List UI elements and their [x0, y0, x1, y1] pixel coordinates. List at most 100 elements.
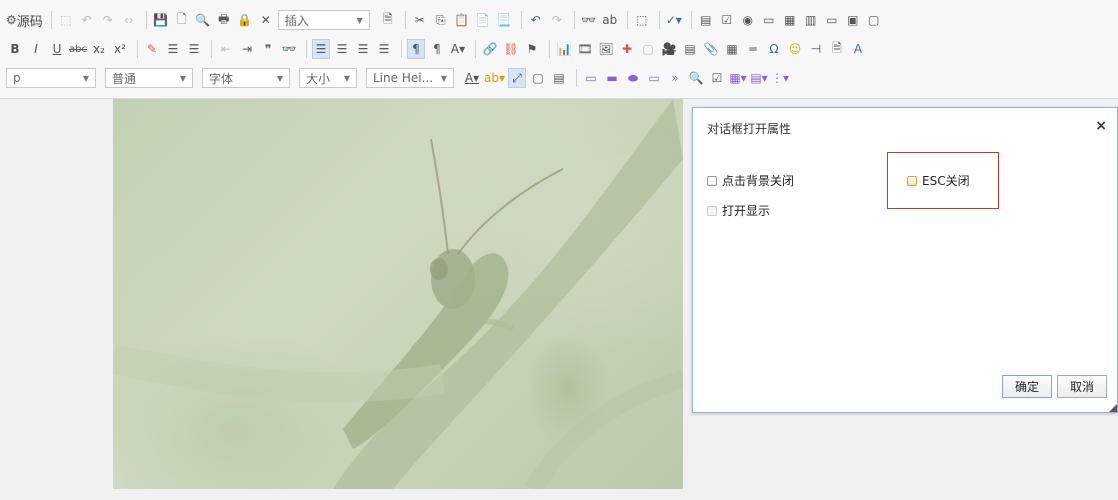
close-x-icon[interactable]: ✕ — [257, 10, 275, 30]
maximize-icon[interactable]: ⤢ — [508, 68, 526, 88]
flash-icon[interactable]: 🎥 — [660, 39, 678, 59]
image-icon[interactable]: 🖼 — [597, 39, 615, 59]
paragraph-combo[interactable]: p ▼ — [6, 68, 96, 88]
redo-icon[interactable]: ↷ — [548, 10, 566, 30]
table-icon[interactable]: ▦ — [723, 39, 741, 59]
widget-4-icon[interactable]: ▭ — [645, 68, 663, 88]
select-all-icon[interactable]: ⬚ — [57, 10, 75, 30]
ltr-icon[interactable]: ¶ — [407, 39, 425, 59]
new-document-icon[interactable]: 🗋 — [173, 10, 191, 30]
table-menu-icon[interactable]: ▤▾ — [750, 68, 768, 88]
template-icon[interactable]: ▤ — [681, 39, 699, 59]
align-right-icon[interactable]: ☰ — [354, 39, 372, 59]
align-center-icon[interactable]: ☰ — [333, 39, 351, 59]
select-icon[interactable]: ▥ — [802, 10, 820, 30]
image-button-icon[interactable]: ▣ — [844, 10, 862, 30]
ordered-list-icon[interactable]: ☰ — [164, 39, 182, 59]
background-color-icon[interactable]: ab▾ — [484, 68, 505, 88]
anchor-icon[interactable]: ⚑ — [523, 39, 541, 59]
textfield-icon[interactable]: ▭ — [760, 10, 778, 30]
page-icon[interactable]: 🗎 — [379, 10, 397, 30]
close-icon[interactable]: × — [1095, 118, 1107, 134]
button-icon[interactable]: ▭ — [823, 10, 841, 30]
textarea-icon[interactable]: ▦ — [781, 10, 799, 30]
click-bg-close-option[interactable]: 点击背景关闭 — [707, 172, 794, 189]
find-icon[interactable]: 👓 — [580, 10, 598, 30]
code-icon[interactable]: ‹› — [120, 10, 138, 30]
document-props-icon[interactable]: 🗎 — [828, 39, 846, 59]
text-color-icon[interactable]: A▾ — [463, 68, 481, 88]
paste-text-icon[interactable]: 📄 — [474, 10, 492, 30]
print-icon[interactable]: 🖶 — [215, 10, 233, 30]
strikethrough-icon[interactable]: abc — [69, 39, 87, 59]
widget-6-icon[interactable]: 🔍 — [687, 68, 705, 88]
widget-5-icon[interactable]: » — [666, 68, 684, 88]
find-replace-icon[interactable]: 👓 — [280, 39, 298, 59]
about-icon[interactable]: ▤ — [550, 68, 568, 88]
indent-icon[interactable]: ⇥ — [238, 39, 256, 59]
source-label: 源码 — [16, 14, 43, 30]
unordered-list-icon[interactable]: ☰ — [185, 39, 203, 59]
unlink-icon[interactable]: ⛓ — [502, 39, 520, 59]
superscript-icon[interactable]: x² — [111, 39, 129, 59]
widget-2-icon[interactable]: ▬ — [603, 68, 621, 88]
font-combo[interactable]: 字体 ▼ — [202, 68, 290, 88]
video-icon[interactable]: 🎞 — [576, 39, 594, 59]
paste-word-icon[interactable]: 📃 — [495, 10, 513, 30]
smiley-icon[interactable]: ☺ — [786, 39, 804, 59]
click-bg-close-checkbox[interactable] — [707, 175, 717, 186]
radio-icon[interactable]: ◉ — [739, 10, 757, 30]
checkbox-icon[interactable]: ☑ — [718, 10, 736, 30]
underline-icon[interactable]: U — [48, 39, 66, 59]
undo-icon[interactable]: ↶ — [527, 10, 545, 30]
align-left-icon[interactable]: ☰ — [312, 39, 330, 59]
subscript-icon[interactable]: x₂ — [90, 39, 108, 59]
open-show-checkbox[interactable] — [707, 205, 717, 216]
redo-gray-icon[interactable]: ↷ — [99, 10, 117, 30]
chart-icon[interactable]: 📊 — [555, 39, 573, 59]
insert-combo[interactable]: 插入 ▼ — [277, 10, 370, 30]
cancel-button[interactable]: 取消 — [1057, 375, 1107, 398]
language-icon[interactable]: A▾ — [449, 39, 467, 59]
link-icon[interactable]: 🔗 — [481, 39, 499, 59]
italic-icon[interactable]: I — [27, 39, 45, 59]
heading-combo[interactable]: 普通 ▼ — [105, 68, 193, 88]
lock-icon[interactable]: 🔒 — [236, 10, 254, 30]
select-all-doc-icon[interactable]: ⬚ — [633, 10, 651, 30]
horizontal-rule-icon[interactable]: ═ — [744, 39, 762, 59]
page-break-icon[interactable]: ⊣ — [807, 39, 825, 59]
font-style-icon[interactable]: A — [849, 39, 867, 59]
copy-icon[interactable]: ⎘ — [432, 10, 450, 30]
remove-format-icon[interactable]: ✎ — [143, 39, 161, 59]
add-icon[interactable]: ✚ — [618, 39, 636, 59]
widget-7-icon[interactable]: ☑ — [708, 68, 726, 88]
ok-button[interactable]: 确定 — [1002, 375, 1052, 398]
line-height-combo[interactable]: Line Hei... ▼ — [366, 68, 454, 88]
spellcheck-icon[interactable]: ✓▾ — [665, 10, 683, 30]
special-char-icon[interactable]: Ω — [765, 39, 783, 59]
preview-icon[interactable]: 🔍 — [194, 10, 212, 30]
save-icon[interactable]: 💾 — [152, 10, 170, 30]
cut-icon[interactable]: ✂ — [411, 10, 429, 30]
show-blocks-icon[interactable]: ▢ — [529, 68, 547, 88]
rtl-icon[interactable]: ¶ — [428, 39, 446, 59]
widget-3-icon[interactable]: ⬬ — [624, 68, 642, 88]
form-icon[interactable]: ▤ — [697, 10, 715, 30]
widget-1-icon[interactable]: ▭ — [582, 68, 600, 88]
paste-icon[interactable]: 📋 — [453, 10, 471, 30]
open-show-option[interactable]: 打开显示 — [707, 202, 770, 219]
iframe-icon[interactable]: ▢ — [639, 39, 657, 59]
blockquote-icon[interactable]: ❞ — [259, 39, 277, 59]
grid-menu-icon[interactable]: ▦▾ — [729, 68, 747, 88]
size-combo[interactable]: 大小 ▼ — [299, 68, 357, 88]
list-menu-icon[interactable]: ⋮▾ — [771, 68, 789, 88]
hidden-field-icon[interactable]: ▢ — [865, 10, 883, 30]
source-button[interactable]: ⚙ 源码 — [6, 10, 43, 30]
bold-icon[interactable]: B — [6, 39, 24, 59]
outdent-icon[interactable]: ⇤ — [217, 39, 235, 59]
attachment-icon[interactable]: 📎 — [702, 39, 720, 59]
replace-icon[interactable]: ab — [601, 10, 619, 30]
justify-icon[interactable]: ☰ — [375, 39, 393, 59]
resize-handle[interactable] — [1109, 404, 1117, 412]
undo-gray-icon[interactable]: ↶ — [78, 10, 96, 30]
